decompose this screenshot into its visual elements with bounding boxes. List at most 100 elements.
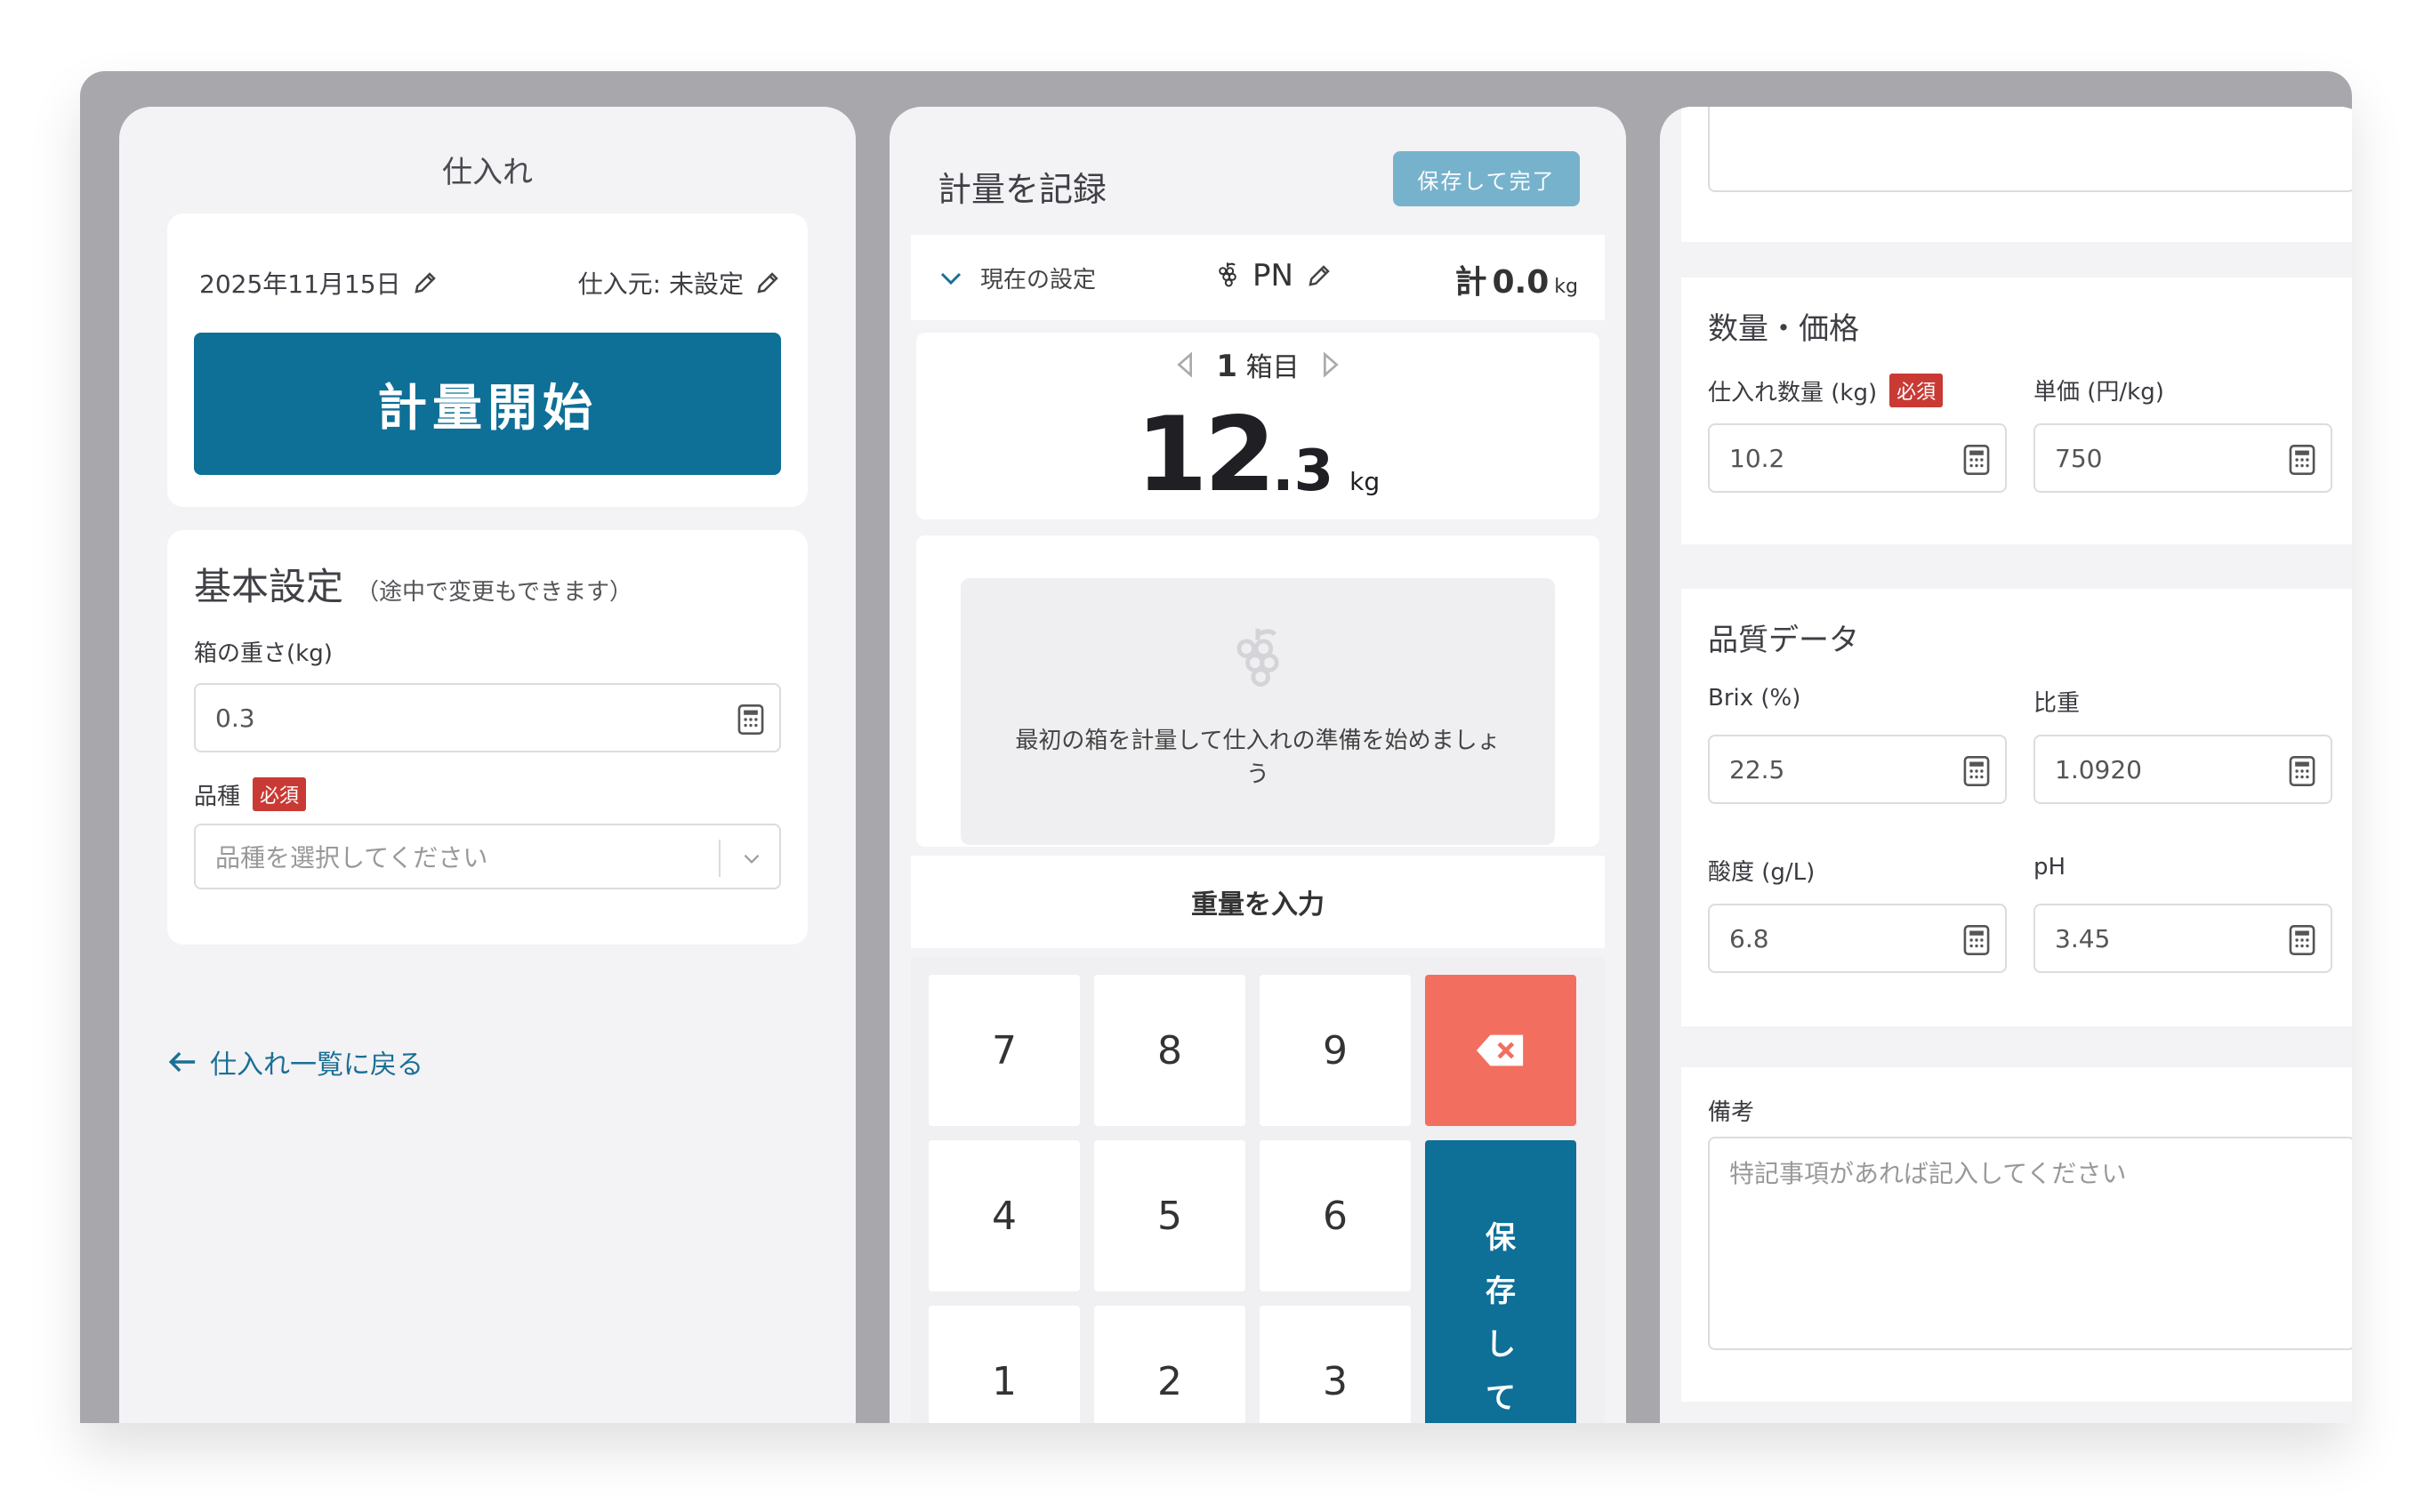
- basic-settings-heading: 基本設定: [194, 565, 344, 608]
- variety-select[interactable]: 品種を選択してください: [194, 824, 781, 889]
- purchase-header-card: 2025年11月15日 仕入元: 未設定 計量開始: [167, 213, 808, 507]
- weight-unit: kg: [1349, 467, 1381, 496]
- purchase-settings-body: 仕入れ 2025年11月15日 仕入元: 未設定 計量開始 基本設定 （途中で変更…: [141, 128, 834, 1423]
- start-weighing-button[interactable]: 計量開始: [194, 333, 781, 475]
- acidity-input[interactable]: 6.8: [1708, 904, 2007, 973]
- chevron-down-icon[interactable]: [740, 847, 763, 870]
- quality-data-card: 品質データ Brix (%) 22.5 比重 1.0920 酸度 (g/L) 6…: [1681, 589, 2352, 1026]
- notes-card: 備考 特記事項があれば記入してください: [1681, 1067, 2352, 1402]
- key-6[interactable]: 6: [1260, 1140, 1411, 1291]
- empty-state: 最初の箱を計量して仕入れの準備を始めましょう: [961, 578, 1555, 845]
- calculator-icon[interactable]: [2288, 756, 2316, 786]
- numeric-keypad: 7 8 9 4 5 6 保 存 し て 次 1 2 3: [911, 957, 1605, 1423]
- total-value: 0.0: [1492, 264, 1550, 301]
- prev-box-icon[interactable]: [1175, 351, 1195, 378]
- chevron-down-icon: [940, 272, 962, 285]
- key-2[interactable]: 2: [1094, 1306, 1245, 1423]
- unit-price-input[interactable]: 750: [2033, 423, 2332, 493]
- ph-input[interactable]: 3.45: [2033, 904, 2332, 973]
- brix-input[interactable]: 22.5: [1708, 735, 2007, 804]
- key-1[interactable]: 1: [929, 1306, 1080, 1423]
- save-and-next-button[interactable]: 保 存 し て 次: [1425, 1140, 1576, 1423]
- box-number: 1: [1216, 349, 1238, 384]
- weighing-title: 計量を記録: [938, 170, 1107, 209]
- variety-label-text: 品種: [194, 783, 241, 810]
- required-badge: 必須: [1889, 374, 1944, 407]
- gravity-input[interactable]: 1.0920: [2033, 735, 2332, 804]
- save-and-finish-button[interactable]: 保存して完了: [1393, 151, 1580, 206]
- variety-indicator[interactable]: PN: [1215, 258, 1333, 294]
- save-next-char: 存: [1486, 1274, 1516, 1309]
- key-9[interactable]: 9: [1260, 975, 1411, 1126]
- basic-settings-title: 基本設定 （途中で変更もできます）: [194, 557, 632, 611]
- pencil-icon[interactable]: [1306, 262, 1333, 289]
- qty-input[interactable]: 10.2: [1708, 423, 2007, 493]
- weighing-body: 計量を記録 保存して完了 現在の設定 PN 計 0.0 kg 1 箱目 12 .…: [911, 128, 1605, 1423]
- notes-textarea[interactable]: 特記事項があれば記入してください: [1708, 1137, 2352, 1350]
- pencil-icon[interactable]: [754, 269, 781, 296]
- qty-price-title: 数量・価格: [1708, 311, 1859, 347]
- current-settings-label: 現在の設定: [980, 267, 1097, 294]
- calculator-icon[interactable]: [2288, 445, 2316, 475]
- key-4[interactable]: 4: [929, 1140, 1080, 1291]
- box-suffix: 箱目: [1245, 352, 1300, 383]
- gravity-label-text: 比重: [2033, 690, 2081, 717]
- current-settings-toggle[interactable]: 現在の設定: [938, 261, 1096, 294]
- ph-value: 3.45: [2055, 923, 2111, 953]
- empty-state-message: 最初の箱を計量して仕入れの準備を始めましょう: [1015, 728, 1501, 788]
- quality-title: 品質データ: [1708, 623, 1859, 658]
- basic-settings-note: （途中で変更もできます）: [356, 579, 632, 606]
- unit-price-value: 750: [2055, 443, 2103, 473]
- key-8[interactable]: 8: [1094, 975, 1245, 1126]
- supplier-field[interactable]: 仕入元: 未設定: [578, 265, 781, 301]
- weight-input-label: 重量を入力: [911, 856, 1605, 948]
- acidity-value: 6.8: [1729, 923, 1769, 953]
- box-weight-label-text: 箱の重さ(kg): [194, 640, 333, 667]
- weight-display: 12 .3 kg: [916, 395, 1599, 515]
- box-navigator: 1 箱目: [916, 345, 1599, 384]
- key-7[interactable]: 7: [929, 975, 1080, 1126]
- key-3[interactable]: 3: [1260, 1306, 1411, 1423]
- box-weight-value: 0.3: [215, 703, 255, 733]
- backspace-button[interactable]: [1425, 975, 1576, 1126]
- back-link-label: 仕入れ一覧に戻る: [210, 1050, 423, 1081]
- app-frame: 仕入れ 2025年11月15日 仕入元: 未設定 計量開始 基本設定 （途中で変更…: [80, 71, 2352, 1423]
- calculator-icon[interactable]: [1962, 445, 1991, 475]
- grape-icon: [1219, 262, 1236, 287]
- calculator-icon[interactable]: [2288, 925, 2316, 955]
- key-5[interactable]: 5: [1094, 1140, 1245, 1291]
- qty-label: 仕入れ数量 (kg) 必須: [1708, 374, 1944, 407]
- basic-settings-card: 基本設定 （途中で変更もできます） 箱の重さ(kg) 0.3 品種 必須 品種を選…: [167, 530, 808, 945]
- back-to-list-link[interactable]: 仕入れ一覧に戻る: [167, 1042, 423, 1082]
- date-field[interactable]: 2025年11月15日: [199, 265, 439, 301]
- ph-label: pH: [2033, 854, 2066, 881]
- total-prefix: 計: [1454, 264, 1487, 301]
- purchase-detail-screen: 数量・価格 仕入れ数量 (kg) 必須 10.2 単価 (円/kg) 750 品…: [1660, 107, 2352, 1423]
- select-separator: [719, 840, 721, 877]
- required-badge: 必須: [253, 777, 307, 811]
- total-unit: kg: [1554, 276, 1578, 298]
- notes-label: 備考: [1708, 1094, 1754, 1127]
- backspace-icon: [1476, 1034, 1524, 1066]
- unit-price-label-text: 単価 (円/kg): [2033, 379, 2164, 406]
- top-field-card: [1681, 107, 2352, 242]
- box-weight-input[interactable]: 0.3: [194, 683, 781, 752]
- qty-price-card: 数量・価格 仕入れ数量 (kg) 必須 10.2 単価 (円/kg) 750: [1681, 277, 2352, 544]
- weighing-screen: 計量を記録 保存して完了 現在の設定 PN 計 0.0 kg 1 箱目 12 .…: [890, 107, 1626, 1423]
- calculator-icon[interactable]: [737, 704, 765, 735]
- variety-code: PN: [1252, 258, 1293, 294]
- qty-value: 10.2: [1729, 443, 1785, 473]
- save-next-char: て: [1486, 1380, 1516, 1416]
- purchase-settings-screen: 仕入れ 2025年11月15日 仕入元: 未設定 計量開始 基本設定 （途中で変更…: [119, 107, 856, 1423]
- next-box-icon[interactable]: [1321, 351, 1341, 378]
- total-weight: 計 0.0 kg: [1454, 256, 1578, 302]
- top-text-field[interactable]: [1708, 107, 2352, 192]
- pencil-icon[interactable]: [412, 269, 439, 296]
- brix-label: Brix (%): [1708, 685, 1800, 712]
- arrow-left-icon: [168, 1051, 196, 1073]
- calculator-icon[interactable]: [1962, 925, 1991, 955]
- calculator-icon[interactable]: [1962, 756, 1991, 786]
- acidity-label: 酸度 (g/L): [1708, 854, 1815, 887]
- purchase-detail-body: 数量・価格 仕入れ数量 (kg) 必須 10.2 単価 (円/kg) 750 品…: [1681, 107, 2352, 1423]
- supplier-value: 仕入元: 未設定: [577, 269, 744, 299]
